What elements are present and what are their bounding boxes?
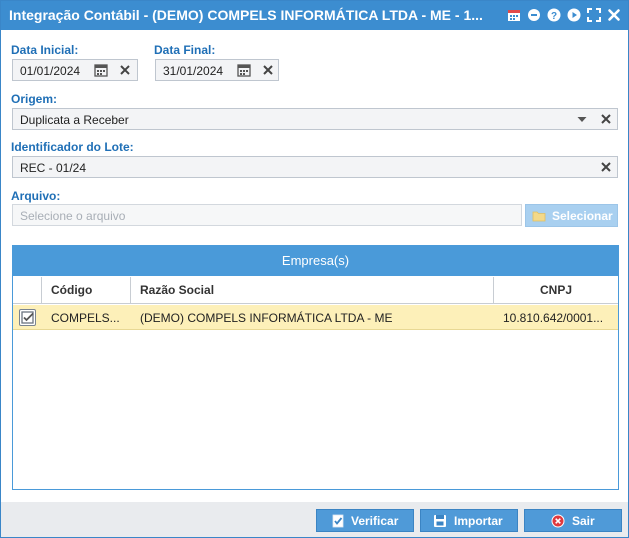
origem-value: Duplicata a Receber bbox=[20, 113, 129, 127]
minimize-icon[interactable] bbox=[526, 7, 542, 23]
empresas-grid: Empresa(s) Código Razão Social CNPJ COMP… bbox=[12, 245, 619, 490]
calendar-icon[interactable] bbox=[506, 7, 522, 23]
play-icon[interactable] bbox=[566, 7, 582, 23]
identificador-value: REC - 01/24 bbox=[20, 161, 87, 175]
data-inicial-value: 01/01/2024 bbox=[20, 64, 81, 78]
exit-icon bbox=[551, 514, 565, 528]
grid-header: Código Razão Social CNPJ bbox=[13, 277, 618, 304]
folder-icon bbox=[532, 211, 546, 222]
clear-icon[interactable] bbox=[261, 63, 275, 77]
cell-codigo: COMPELS... bbox=[51, 311, 120, 325]
title-bar: Integração Contábil - (DEMO) COMPELS INF… bbox=[1, 1, 628, 30]
verify-icon bbox=[332, 514, 344, 528]
importar-button[interactable]: Importar bbox=[420, 509, 518, 532]
help-icon[interactable]: ? bbox=[546, 7, 562, 23]
verificar-button[interactable]: Verificar bbox=[316, 509, 414, 532]
footer-bar: Verificar Importar Sair bbox=[1, 502, 628, 537]
column-header-razao-social[interactable]: Razão Social bbox=[130, 277, 493, 304]
dialog-window: Integração Contábil - (DEMO) COMPELS INF… bbox=[0, 0, 629, 538]
table-row[interactable]: COMPELS... (DEMO) COMPELS INFORMÁTICA LT… bbox=[13, 305, 618, 330]
identificador-label: Identificador do Lote: bbox=[11, 140, 134, 154]
save-icon bbox=[434, 515, 446, 527]
selecionar-label: Selecionar bbox=[552, 209, 613, 223]
svg-text:?: ? bbox=[551, 11, 557, 22]
sair-button[interactable]: Sair bbox=[524, 509, 622, 532]
chevron-down-icon[interactable] bbox=[575, 112, 589, 126]
data-inicial-field[interactable]: 01/01/2024 bbox=[12, 59, 138, 81]
data-final-value: 31/01/2024 bbox=[163, 64, 224, 78]
sair-label: Sair bbox=[572, 514, 595, 528]
grid-title: Empresa(s) bbox=[13, 246, 618, 276]
arquivo-label: Arquivo: bbox=[11, 189, 61, 203]
window-title: Integração Contábil - (DEMO) COMPELS INF… bbox=[9, 7, 483, 23]
calendar-picker-icon[interactable] bbox=[94, 63, 108, 77]
arquivo-placeholder: Selecione o arquivo bbox=[20, 209, 126, 223]
row-checkbox[interactable] bbox=[19, 309, 36, 326]
clear-icon[interactable] bbox=[599, 112, 613, 126]
origem-label: Origem: bbox=[11, 92, 58, 106]
data-final-field[interactable]: 31/01/2024 bbox=[155, 59, 279, 81]
column-header-codigo[interactable]: Código bbox=[41, 277, 130, 304]
clear-icon[interactable] bbox=[599, 160, 613, 174]
checkmark-icon bbox=[21, 311, 34, 324]
data-inicial-label: Data Inicial: bbox=[11, 43, 79, 57]
arquivo-field[interactable]: Selecione o arquivo bbox=[12, 204, 522, 226]
origem-select[interactable]: Duplicata a Receber bbox=[12, 108, 618, 130]
selecionar-button[interactable]: Selecionar bbox=[525, 204, 618, 227]
maximize-icon[interactable] bbox=[586, 7, 602, 23]
close-icon[interactable] bbox=[606, 7, 622, 23]
data-final-label: Data Final: bbox=[154, 43, 216, 57]
column-header-cnpj[interactable]: CNPJ bbox=[493, 277, 618, 304]
cell-cnpj: 10.810.642/0001... bbox=[503, 311, 604, 325]
importar-label: Importar bbox=[454, 514, 503, 528]
identificador-field[interactable]: REC - 01/24 bbox=[12, 156, 618, 178]
calendar-picker-icon[interactable] bbox=[237, 63, 251, 77]
cell-razao-social: (DEMO) COMPELS INFORMÁTICA LTDA - ME bbox=[140, 311, 393, 325]
verificar-label: Verificar bbox=[351, 514, 399, 528]
clear-icon[interactable] bbox=[118, 63, 132, 77]
